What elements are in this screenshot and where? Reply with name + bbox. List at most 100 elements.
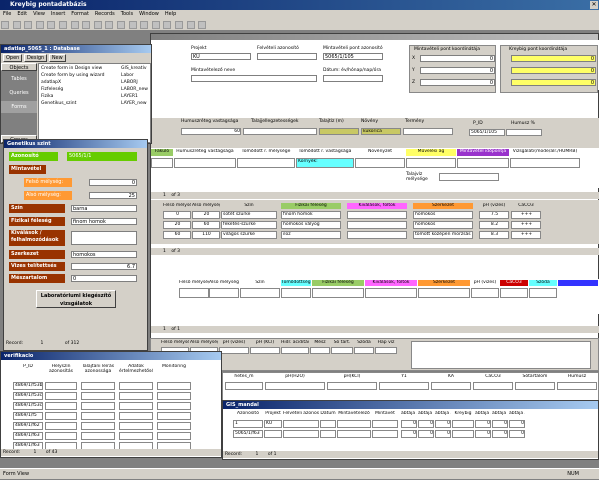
- db-item-col1-5[interactable]: Genetikus_szint: [41, 101, 105, 108]
- find-icon[interactable]: [140, 21, 149, 29]
- verif-row1-c3[interactable]: [119, 392, 153, 400]
- gis-row0-c8[interactable]: 0: [435, 420, 451, 428]
- layers-record-num[interactable]: 1: [163, 249, 166, 254]
- verif-row1-pid[interactable]: 4869/1/f53c: [13, 392, 43, 400]
- labor2-c7[interactable]: [557, 382, 597, 390]
- gis-row0-c1[interactable]: KU: [264, 420, 282, 428]
- db-item-col2-3[interactable]: LABOR_new: [121, 87, 148, 94]
- view-icon[interactable]: [1, 21, 9, 29]
- undo-icon[interactable]: [93, 21, 102, 29]
- sub1-c4[interactable]: [355, 158, 405, 168]
- verif-row4-c1[interactable]: [45, 422, 77, 430]
- verification-record-num[interactable]: 1: [34, 450, 37, 455]
- gis-row1-c2[interactable]: [283, 430, 319, 438]
- layer-row2-cell6[interactable]: 8.3: [479, 231, 509, 239]
- delete-record-icon[interactable]: [163, 21, 172, 29]
- gis-row1-c10[interactable]: 0: [475, 430, 491, 438]
- kreybig-y-field[interactable]: 0: [511, 67, 596, 74]
- layer-row1-cell4[interactable]: [347, 221, 407, 229]
- verif-row1-c1[interactable]: [45, 392, 77, 400]
- labor-c5[interactable]: [310, 347, 330, 354]
- copy-icon[interactable]: [70, 21, 79, 29]
- save-icon[interactable]: [12, 21, 21, 29]
- verif-row2-c1[interactable]: [45, 402, 77, 410]
- kivalasok-field[interactable]: [71, 231, 137, 245]
- gis-row0-c7[interactable]: 0: [418, 420, 434, 428]
- gis-row1-c6[interactable]: 0: [401, 430, 417, 438]
- menu-item-3[interactable]: Insert: [51, 11, 65, 17]
- verif-row2-c4[interactable]: [157, 402, 191, 410]
- gis-record-num[interactable]: 1: [256, 452, 259, 457]
- gis-row0-c3[interactable]: [320, 420, 336, 428]
- sub1-c7[interactable]: [510, 158, 580, 168]
- db-item-col2-0[interactable]: GIS_kreatív: [121, 66, 148, 73]
- azonosito-value[interactable]: 5065/1/1: [67, 152, 137, 161]
- gis-row0-c2[interactable]: [283, 420, 319, 428]
- layers2-c3[interactable]: [281, 288, 311, 298]
- labor-c3[interactable]: [250, 347, 280, 354]
- labor-c4[interactable]: [281, 347, 309, 354]
- y-field[interactable]: 0: [420, 67, 495, 74]
- gis-row0-c9[interactable]: [452, 420, 474, 428]
- db-item-col1-3[interactable]: Fizfeleség: [41, 87, 105, 94]
- filter-icon[interactable]: [128, 21, 137, 29]
- db-item-col2-2[interactable]: LABORJ: [121, 80, 148, 87]
- layer-row0-cell5[interactable]: homokos: [413, 211, 473, 219]
- z-field[interactable]: 0: [420, 79, 495, 86]
- gis-row1-c0[interactable]: 5065/1/f63: [233, 430, 263, 438]
- db-item-col1-0[interactable]: Create form in Design view: [41, 66, 105, 73]
- verif-row4-pid[interactable]: 4869/1/f62: [13, 422, 43, 430]
- menu-item-8[interactable]: Help: [165, 11, 176, 17]
- menu-item-2[interactable]: View: [33, 11, 45, 17]
- fizikai-field[interactable]: finom homok: [71, 218, 137, 225]
- verif-row1-c2[interactable]: [81, 392, 115, 400]
- menu-item-6[interactable]: Tools: [121, 11, 133, 17]
- gis-row0-c6[interactable]: 0: [401, 420, 417, 428]
- layer-row0-cell6[interactable]: 7.5: [479, 211, 509, 219]
- layer-row2-cell7[interactable]: +++: [511, 231, 541, 239]
- layer-row0-cell1[interactable]: 20: [192, 211, 220, 219]
- sort-asc-icon[interactable]: [105, 21, 114, 29]
- labor2-c4[interactable]: [431, 382, 471, 390]
- gis-row1-c8[interactable]: 0: [435, 430, 451, 438]
- layers2-record-num[interactable]: 1: [163, 327, 166, 332]
- sub1-record-num[interactable]: 1: [163, 193, 166, 198]
- felvevo-field[interactable]: [257, 53, 317, 60]
- layer-row1-cell1[interactable]: 60: [192, 221, 220, 229]
- verif-row0-c4[interactable]: [157, 382, 191, 390]
- labor-c2[interactable]: [219, 347, 249, 354]
- verif-row0-pid[interactable]: 4869/1/f53b: [13, 382, 43, 390]
- verif-row3-c1[interactable]: [45, 412, 77, 420]
- gis-row1-c12[interactable]: 0: [509, 430, 525, 438]
- layer-row1-cell2[interactable]: feketés-szürke: [221, 221, 277, 229]
- gis-row1-c5[interactable]: [372, 430, 398, 438]
- db-design-button[interactable]: Design: [23, 54, 48, 62]
- layer-row0-cell3[interactable]: finom homok: [281, 211, 341, 219]
- layer-row1-cell7[interactable]: +++: [511, 221, 541, 229]
- layers2-c5[interactable]: [365, 288, 417, 298]
- db-new-button[interactable]: New: [48, 54, 66, 62]
- spell-icon[interactable]: [47, 21, 56, 29]
- verif-row3-pid[interactable]: 4869/1/f5: [13, 412, 43, 420]
- gis-row0-c4[interactable]: [337, 420, 371, 428]
- db-item-col1-4[interactable]: Fizika: [41, 94, 105, 101]
- verif-row0-c2[interactable]: [81, 382, 115, 390]
- gis-row1-c7[interactable]: 0: [418, 430, 434, 438]
- mesz-field[interactable]: 0: [71, 275, 137, 282]
- kreybig-z-field[interactable]: 0: [511, 79, 596, 86]
- new-record-icon[interactable]: [151, 21, 160, 29]
- projekt-field[interactable]: KU: [191, 53, 251, 60]
- db-object-2[interactable]: Forms: [1, 101, 37, 113]
- verif-row4-c2[interactable]: [81, 422, 115, 430]
- db-open-button[interactable]: Open: [3, 54, 23, 62]
- sub1-c3[interactable]: Környék:: [296, 158, 354, 168]
- menu-item-4[interactable]: Format: [71, 11, 89, 17]
- db-item-col1-1[interactable]: Create form by using wizard: [41, 73, 105, 80]
- verif-row2-c2[interactable]: [81, 402, 115, 410]
- gis-row0-c12[interactable]: 0: [509, 420, 525, 428]
- layer-row2-cell2[interactable]: világos szürke: [221, 231, 277, 239]
- layer-row0-cell7[interactable]: +++: [511, 211, 541, 219]
- menu-item-1[interactable]: Edit: [17, 11, 27, 17]
- layer-row2-cell5[interactable]: tömött középen morzsás: [413, 231, 473, 239]
- szin-field[interactable]: barna: [71, 205, 137, 212]
